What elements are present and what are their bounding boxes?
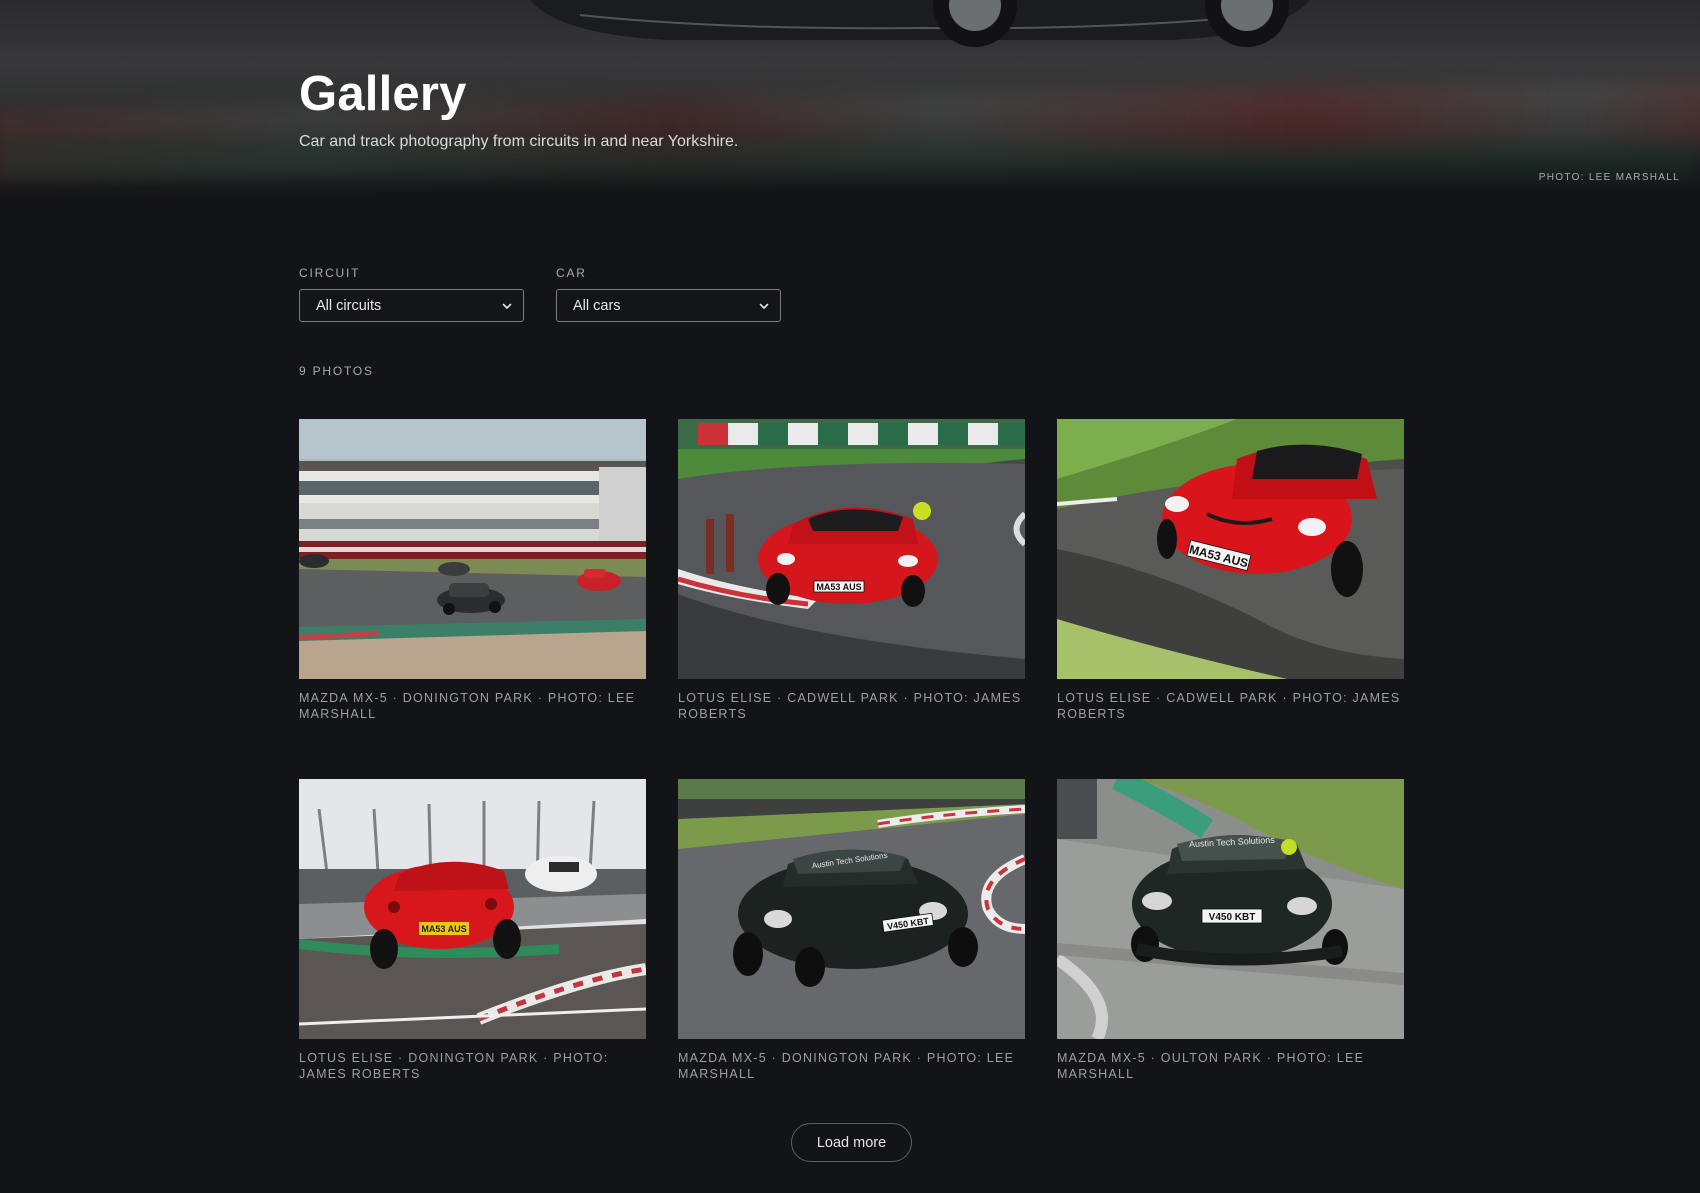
- photo-caption: LOTUS ELISE · CADWELL PARK · PHOTO: JAME…: [1057, 691, 1401, 721]
- plate-text: MA53 AUS: [816, 582, 861, 592]
- photo-thumbnail[interactable]: [299, 419, 646, 679]
- load-more-button[interactable]: Load more: [791, 1123, 912, 1162]
- hero-grass-blur: [0, 140, 1700, 180]
- photo-card: MA53 AUS LOTUS ELISE · CADWELL PARK · PH…: [678, 419, 1025, 779]
- circuit-select[interactable]: All circuits: [299, 289, 524, 322]
- page-subtitle: Car and track photography from circuits …: [299, 133, 739, 150]
- photo-caption: LOTUS ELISE · CADWELL PARK · PHOTO: JAME…: [678, 691, 1022, 721]
- chevron-down-icon: [502, 303, 512, 309]
- circuit-select-value: All circuits: [316, 297, 382, 314]
- circuit-filter: CIRCUIT All circuits: [299, 266, 524, 322]
- car-filter-label: CAR: [556, 266, 587, 280]
- photo-card: MA53 AUS LOTUS ELISE · CADWELL PARK · PH…: [1057, 419, 1404, 779]
- photo-caption: LOTUS ELISE · DONINGTON PARK · PHOTO: JA…: [299, 1051, 609, 1081]
- photo-grid: MAZDA MX-5 · DONINGTON PARK · PHOTO: LEE…: [299, 419, 1404, 1139]
- page-title: Gallery: [299, 67, 467, 121]
- photo-card: MA53 AUS LOTUS ELISE · DONINGTON PARK · …: [299, 779, 646, 1139]
- photo-thumbnail[interactable]: MA53 AUS: [1057, 419, 1404, 679]
- photo-count: 9 PHOTOS: [299, 364, 374, 378]
- photo-card: Austin Tech Solutions V450 KBT MAZDA MX-…: [678, 779, 1025, 1139]
- hero-photo-credit: PHOTO: LEE MARSHALL: [1538, 172, 1680, 183]
- car-select[interactable]: All cars: [556, 289, 781, 322]
- plate-text: MA53 AUS: [421, 924, 466, 934]
- photo-thumbnail[interactable]: MA53 AUS: [299, 779, 646, 1039]
- chevron-down-icon: [759, 303, 769, 309]
- photo-caption: MAZDA MX-5 · DONINGTON PARK · PHOTO: LEE…: [299, 691, 636, 721]
- hero-banner: Gallery Car and track photography from c…: [0, 0, 1700, 205]
- car-select-value: All cars: [573, 297, 621, 314]
- photo-thumbnail[interactable]: Austin Tech Solutions V450 KBT: [1057, 779, 1404, 1039]
- photo-caption: MAZDA MX-5 · DONINGTON PARK · PHOTO: LEE…: [678, 1051, 1015, 1081]
- photo-card: Austin Tech Solutions V450 KBT MAZDA MX-…: [1057, 779, 1404, 1139]
- filter-bar: CIRCUIT All circuits CAR All cars: [299, 266, 781, 322]
- circuit-filter-label: CIRCUIT: [299, 266, 361, 280]
- hero-car-image: [530, 0, 1310, 47]
- photo-caption: MAZDA MX-5 · OULTON PARK · PHOTO: LEE MA…: [1057, 1051, 1365, 1081]
- car-filter: CAR All cars: [556, 266, 781, 322]
- plate-text: V450 KBT: [1209, 912, 1256, 923]
- photo-card: MAZDA MX-5 · DONINGTON PARK · PHOTO: LEE…: [299, 419, 646, 779]
- photo-thumbnail[interactable]: MA53 AUS: [678, 419, 1025, 679]
- photo-thumbnail[interactable]: Austin Tech Solutions V450 KBT: [678, 779, 1025, 1039]
